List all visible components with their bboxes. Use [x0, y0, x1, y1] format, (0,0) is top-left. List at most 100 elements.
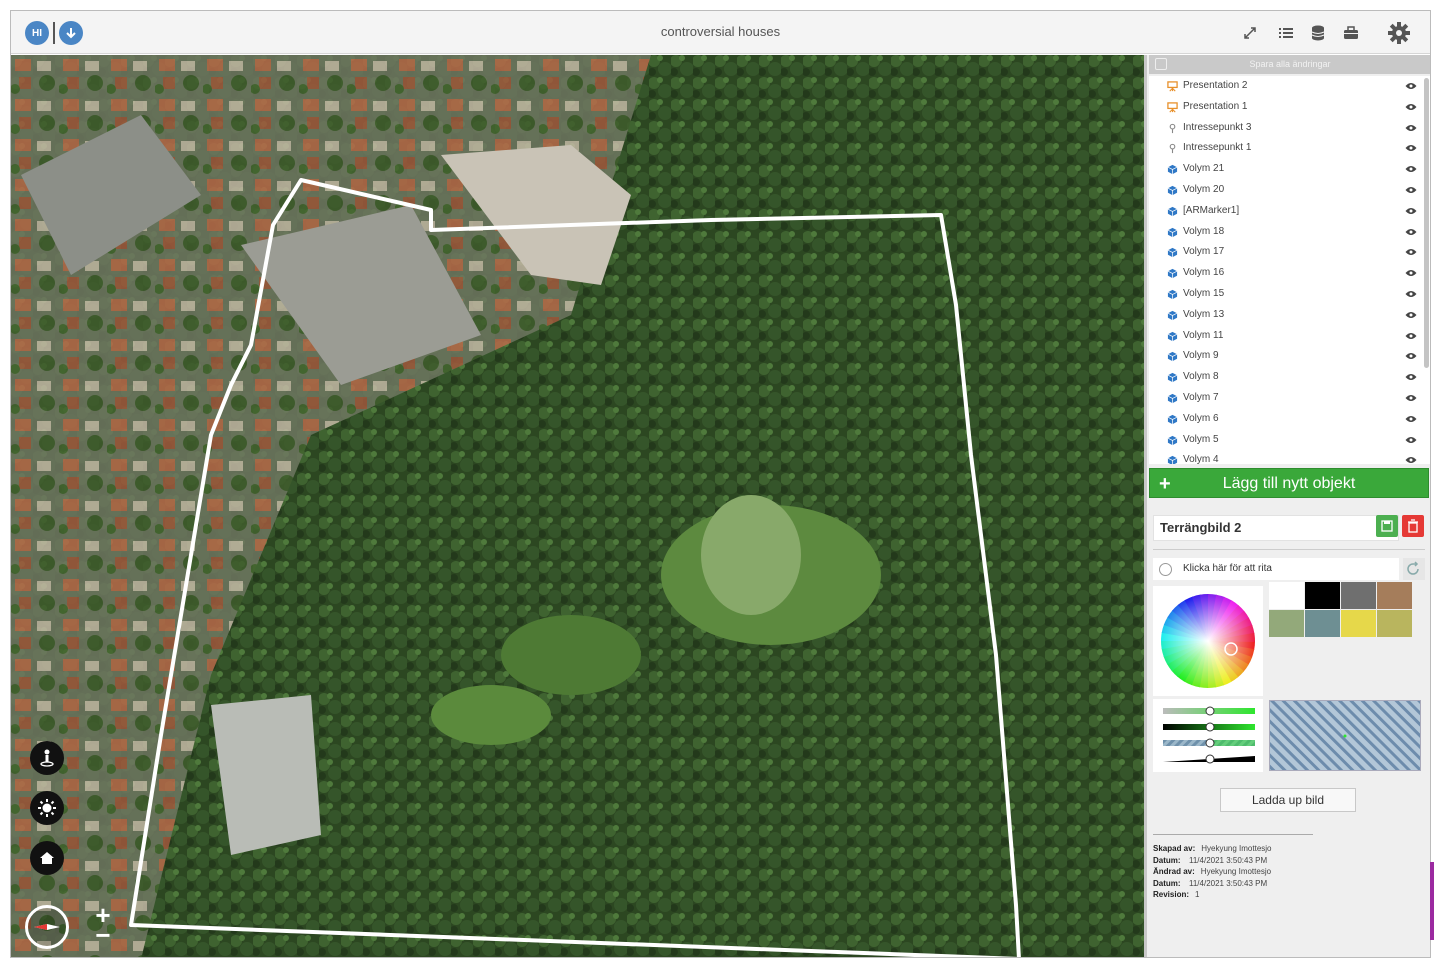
- list-item[interactable]: Intressepunkt 1: [1149, 138, 1430, 159]
- list-item-label: Volym 20: [1183, 183, 1225, 195]
- list-item[interactable]: Volym 16: [1149, 263, 1430, 284]
- draw-toggle[interactable]: Klicka här för att rita: [1153, 558, 1399, 580]
- database-button[interactable]: [1307, 22, 1329, 44]
- eye-icon[interactable]: [1405, 207, 1417, 215]
- save-all-button[interactable]: Spara alla ändringar: [1149, 55, 1430, 74]
- save-object-button[interactable]: [1376, 515, 1398, 537]
- volume-icon: [1167, 206, 1178, 216]
- volume-icon: [1167, 269, 1178, 279]
- color-swatch[interactable]: [1377, 582, 1412, 609]
- eye-icon[interactable]: [1405, 373, 1417, 381]
- eye-icon[interactable]: [1405, 436, 1417, 444]
- add-object-button[interactable]: + Lägg till nytt objekt: [1149, 468, 1429, 498]
- eye-icon[interactable]: [1405, 144, 1417, 152]
- terrain-imagery: [11, 55, 1144, 957]
- volume-icon: [1167, 373, 1178, 383]
- home-icon: [40, 852, 54, 864]
- list-item[interactable]: Volym 6: [1149, 409, 1430, 430]
- list-button[interactable]: [1275, 22, 1297, 44]
- compass-icon: [34, 924, 60, 930]
- object-name-field[interactable]: Terrängbild 2: [1153, 515, 1399, 541]
- object-list[interactable]: Presentation 2 Presentation 1 Intressepunk…: [1149, 76, 1430, 464]
- eye-icon[interactable]: [1405, 394, 1417, 402]
- list-item[interactable]: Volym 18: [1149, 222, 1430, 243]
- delete-object-button[interactable]: [1402, 515, 1424, 537]
- meta-value: 1: [1195, 890, 1200, 900]
- list-item[interactable]: Volym 11: [1149, 326, 1430, 347]
- eye-icon[interactable]: [1405, 186, 1417, 194]
- color-swatch[interactable]: [1377, 610, 1412, 637]
- list-item[interactable]: Volym 13: [1149, 305, 1430, 326]
- home-view-button[interactable]: [30, 841, 64, 875]
- volume-icon: [1167, 393, 1178, 404]
- volume-icon: [1167, 331, 1178, 341]
- volume-icon: [1167, 165, 1178, 175]
- undo-button[interactable]: [1403, 558, 1425, 580]
- eye-icon[interactable]: [1405, 124, 1417, 132]
- eye-icon[interactable]: [1405, 352, 1417, 360]
- color-swatch[interactable]: [1269, 582, 1304, 609]
- list-item-label: Volym 6: [1183, 412, 1219, 424]
- pin-icon: [1169, 144, 1176, 154]
- list-item-label: [ARMarker1]: [1183, 204, 1240, 216]
- settings-button[interactable]: [1387, 21, 1411, 45]
- briefcase-button[interactable]: [1340, 22, 1362, 44]
- list-item[interactable]: Volym 7: [1149, 388, 1430, 409]
- eye-icon[interactable]: [1405, 332, 1417, 340]
- map-view-3d[interactable]: + −: [11, 55, 1144, 957]
- zoom-control: + −: [91, 902, 115, 949]
- draw-radio[interactable]: [1159, 563, 1172, 576]
- eye-icon[interactable]: [1405, 248, 1417, 256]
- list-item-label: Volym 7: [1183, 391, 1219, 403]
- color-wheel[interactable]: [1153, 586, 1263, 696]
- eye-icon[interactable]: [1405, 290, 1417, 298]
- upload-image-button[interactable]: Ladda up bild: [1220, 788, 1356, 812]
- color-swatch[interactable]: [1269, 610, 1304, 637]
- list-item-label: Volym 18: [1183, 225, 1225, 237]
- list-item-label: Volym 16: [1183, 267, 1225, 279]
- list-item-label: Volym 4: [1183, 454, 1219, 464]
- list-item[interactable]: [ARMarker1]: [1149, 201, 1430, 222]
- list-item[interactable]: Volym 21: [1149, 159, 1430, 180]
- presentation-icon: [1167, 81, 1178, 92]
- list-item[interactable]: Presentation 1: [1149, 97, 1430, 118]
- color-swatch[interactable]: [1305, 610, 1340, 637]
- list-item[interactable]: Volym 8: [1149, 367, 1430, 388]
- list-item[interactable]: Volym 5: [1149, 430, 1430, 451]
- eye-icon[interactable]: [1405, 103, 1417, 111]
- meta-label: Skapad av:: [1153, 844, 1196, 853]
- list-item-label: Presentation 2: [1183, 80, 1248, 91]
- list-item[interactable]: Intressepunkt 3: [1149, 118, 1430, 139]
- person-view-button[interactable]: [30, 741, 64, 775]
- list-item[interactable]: Volym 17: [1149, 242, 1430, 263]
- color-swatch[interactable]: [1305, 582, 1340, 609]
- trash-icon: [1408, 519, 1418, 533]
- meta-label: Datum:: [1153, 878, 1181, 888]
- eye-icon[interactable]: [1405, 165, 1417, 173]
- eye-icon[interactable]: [1405, 415, 1417, 423]
- color-swatch[interactable]: [1341, 582, 1376, 609]
- list-item[interactable]: Presentation 2: [1149, 76, 1430, 97]
- color-swatch[interactable]: [1341, 610, 1376, 637]
- page-title: controversial houses: [660, 24, 781, 39]
- zoom-out-icon[interactable]: −: [91, 922, 115, 948]
- volume-icon: [1167, 185, 1178, 196]
- eye-icon[interactable]: [1405, 228, 1417, 236]
- sun-settings-button[interactable]: [30, 791, 64, 825]
- list-item[interactable]: Volym 9: [1149, 346, 1430, 367]
- compass-control[interactable]: [25, 905, 69, 949]
- list-item-label: Volym 13: [1183, 308, 1225, 320]
- list-item[interactable]: Volym 4: [1149, 450, 1430, 464]
- expand-button[interactable]: [1239, 22, 1261, 44]
- eye-icon[interactable]: [1405, 82, 1417, 90]
- list-item[interactable]: Volym 15: [1149, 284, 1430, 305]
- lightness-slider: [1163, 722, 1255, 732]
- add-object-label: Lägg till nytt objekt: [1222, 475, 1356, 492]
- list-item[interactable]: Volym 20: [1149, 180, 1430, 201]
- eye-icon[interactable]: [1405, 311, 1417, 319]
- eye-icon[interactable]: [1405, 456, 1417, 464]
- eye-icon[interactable]: [1405, 269, 1417, 277]
- undo-icon: [1407, 561, 1419, 575]
- expand-icon: [1244, 27, 1256, 39]
- top-bar: HI controversial houses: [11, 11, 1430, 54]
